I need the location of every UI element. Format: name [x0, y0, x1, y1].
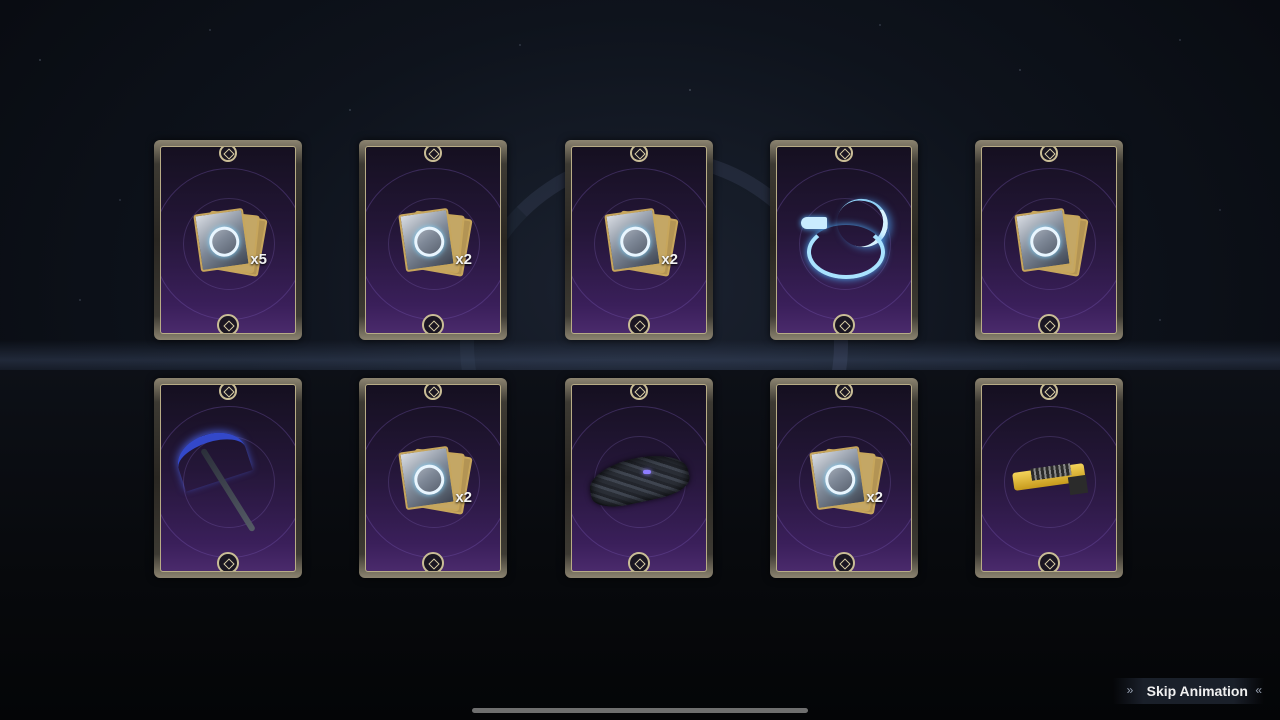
reward-card-inner — [981, 384, 1117, 572]
card-bottom-gem-icon — [422, 552, 444, 571]
trading-card-pack-icon — [1014, 207, 1089, 277]
reward-card-1[interactable]: x5 — [154, 140, 302, 340]
card-bottom-gem-icon — [1038, 552, 1060, 571]
card-top-gem-icon — [1040, 385, 1058, 400]
card-bottom-gem-icon — [422, 314, 444, 333]
card-bottom-gem-icon — [1038, 314, 1060, 333]
reward-card-inner — [776, 146, 912, 334]
reward-card-inner: x2 — [365, 384, 501, 572]
reward-card-inner — [571, 384, 707, 572]
reward-card-5[interactable] — [975, 140, 1123, 340]
skip-animation-button[interactable]: » Skip Animation « — [1112, 678, 1264, 704]
card-top-gem-icon — [630, 147, 648, 162]
card-top-gem-icon — [219, 147, 237, 162]
reward-card-8[interactable] — [565, 378, 713, 578]
gun-attachment-icon — [1009, 458, 1089, 498]
card-top-gem-icon — [424, 385, 442, 400]
reward-grid: x5 x2 x2 x2 x2 — [0, 0, 1280, 720]
reward-quantity: x2 — [866, 489, 883, 506]
reward-quantity: x2 — [455, 489, 472, 506]
card-top-gem-icon — [835, 147, 853, 162]
card-bottom-gem-icon — [628, 552, 650, 571]
ice-dragon-icon — [799, 191, 895, 285]
reward-card-inner — [981, 146, 1117, 334]
card-bottom-gem-icon — [217, 552, 239, 571]
reward-quantity: x2 — [455, 251, 472, 268]
chevrons-left-icon: « — [1255, 683, 1262, 697]
reward-quantity: x2 — [661, 251, 678, 268]
reward-card-2[interactable]: x2 — [359, 140, 507, 340]
chevrons-right-icon: » — [1126, 683, 1134, 697]
reward-card-9[interactable]: x2 — [770, 378, 918, 578]
reward-card-inner: x5 — [160, 146, 296, 334]
reward-card-7[interactable]: x2 — [359, 378, 507, 578]
card-bottom-gem-icon — [217, 314, 239, 333]
reward-quantity: x5 — [250, 251, 267, 268]
reward-card-3[interactable]: x2 — [565, 140, 713, 340]
scythe-icon — [171, 424, 283, 533]
card-top-gem-icon — [835, 385, 853, 400]
reward-card-inner: x2 — [571, 146, 707, 334]
skip-animation-label: Skip Animation — [1146, 683, 1248, 699]
glider-skin-icon — [585, 448, 693, 512]
card-top-gem-icon — [630, 385, 648, 400]
card-top-gem-icon — [219, 385, 237, 400]
reward-card-6[interactable] — [154, 378, 302, 578]
reward-card-inner: x2 — [365, 146, 501, 334]
reward-card-10[interactable] — [975, 378, 1123, 578]
card-bottom-gem-icon — [833, 552, 855, 571]
reward-card-4[interactable] — [770, 140, 918, 340]
card-top-gem-icon — [424, 147, 442, 162]
card-top-gem-icon — [1040, 147, 1058, 162]
card-bottom-gem-icon — [833, 314, 855, 333]
home-indicator-bar[interactable] — [472, 708, 808, 713]
reward-card-inner: x2 — [776, 384, 912, 572]
card-bottom-gem-icon — [628, 314, 650, 333]
reward-card-inner — [160, 384, 296, 572]
